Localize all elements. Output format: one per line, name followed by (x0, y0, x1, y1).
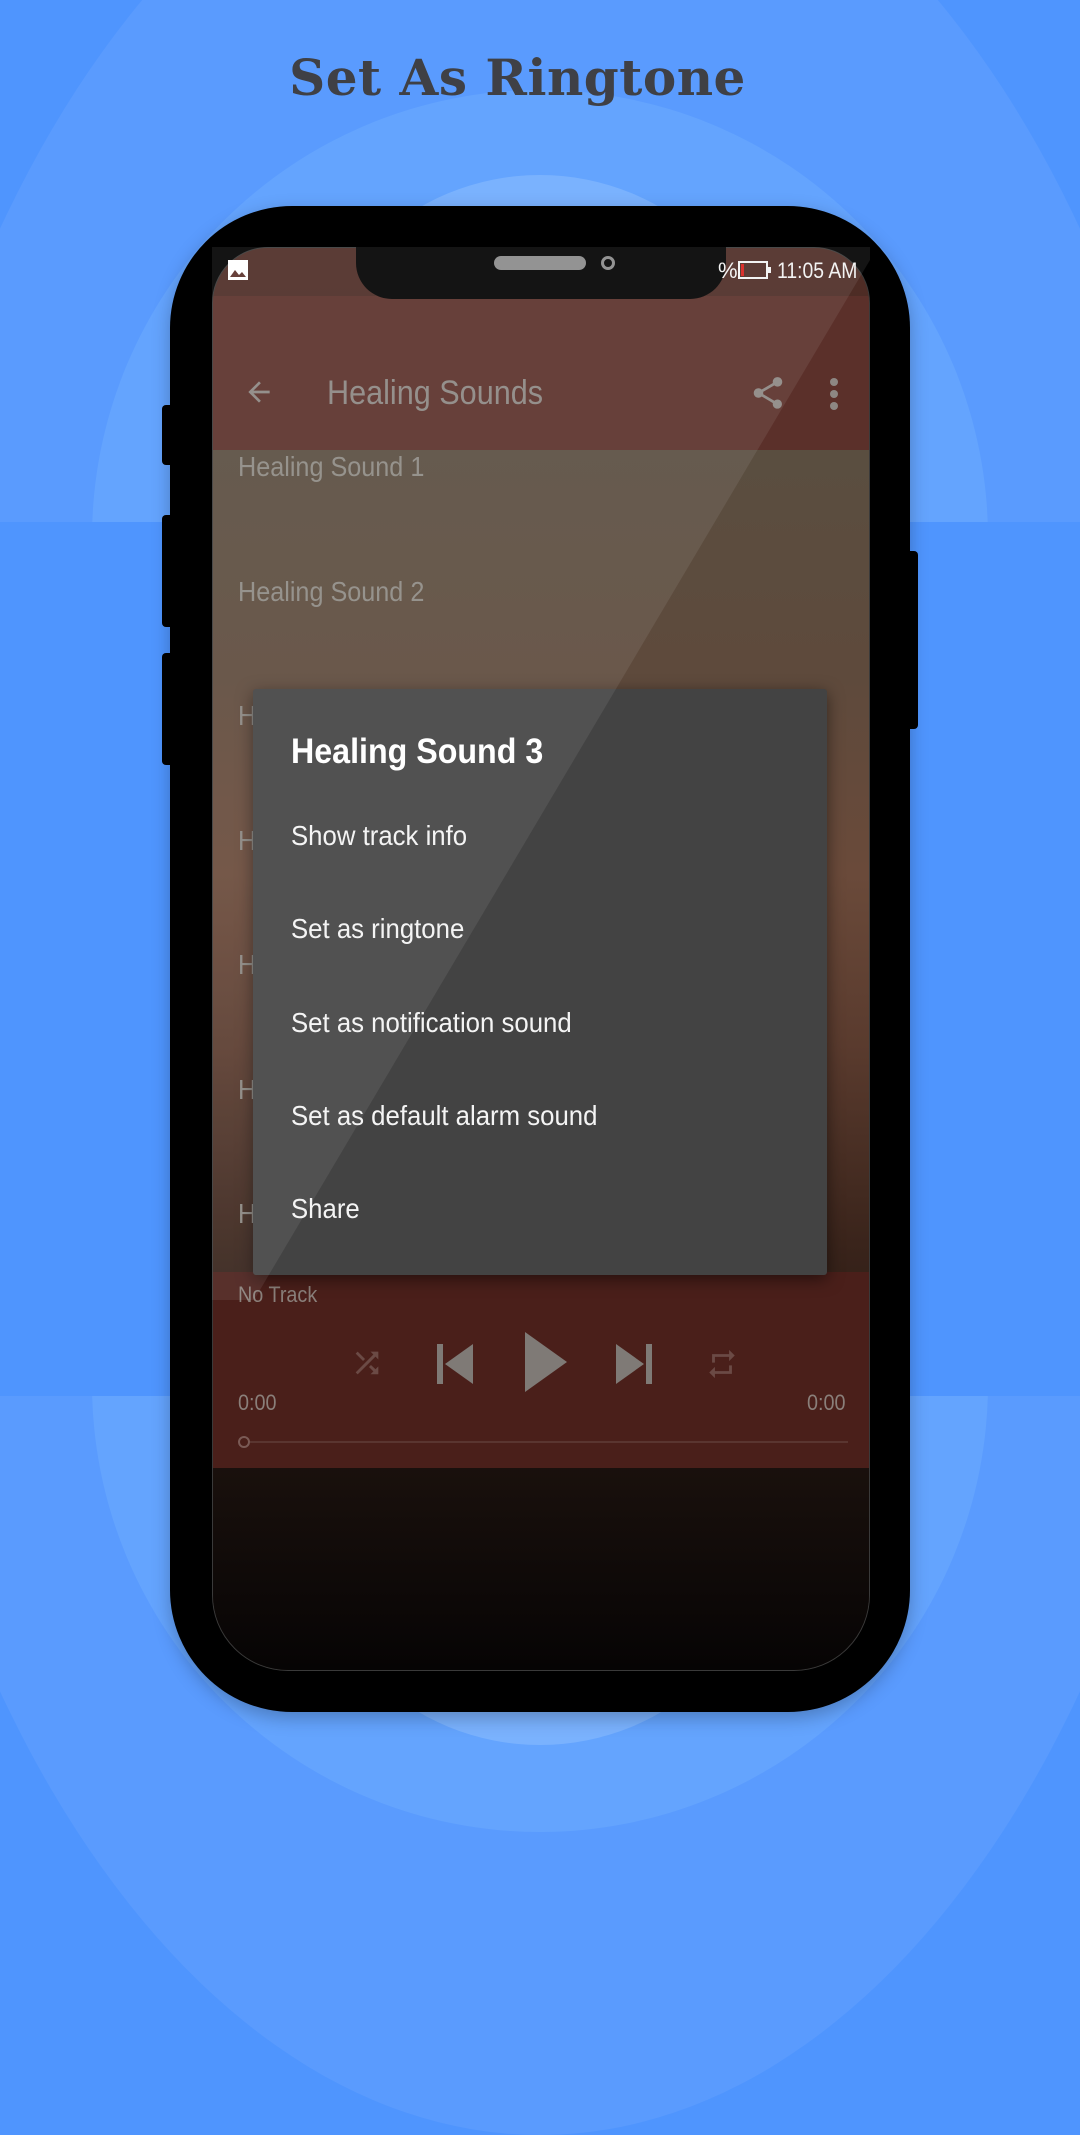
share-icon[interactable] (749, 374, 787, 412)
shuffle-icon[interactable] (350, 1346, 384, 1380)
track-list-item[interactable]: Healing Sound 1 (238, 451, 424, 483)
track-list-item[interactable]: Healing Sound 2 (238, 576, 424, 608)
now-playing-label: No Track (238, 1282, 318, 1307)
more-vert-icon[interactable] (828, 376, 840, 412)
elapsed-time: 0:00 (238, 1390, 277, 1415)
phone-notch (356, 247, 726, 299)
arrow-back-icon[interactable] (243, 376, 275, 408)
menu-item-set-alarm[interactable]: Set as default alarm sound (291, 1100, 597, 1132)
phone-speaker (494, 256, 586, 270)
menu-item-set-ringtone[interactable]: Set as ringtone (291, 913, 464, 945)
skip-previous-icon[interactable] (435, 1342, 475, 1386)
promo-headline: Set As Ringtone (289, 48, 746, 107)
status-clock: 11:05 AM (777, 258, 858, 283)
track-options-dialog: Healing Sound 3 Show track info Set as r… (253, 689, 827, 1275)
menu-item-show-track-info[interactable]: Show track info (291, 820, 467, 852)
image-notification-icon (228, 260, 248, 280)
duration-time: 0:00 (807, 1390, 846, 1415)
player-panel: No Track 0:00 0:00 (213, 1272, 869, 1468)
skip-next-icon[interactable] (614, 1342, 654, 1386)
menu-item-share[interactable]: Share (291, 1193, 360, 1225)
seek-track (250, 1441, 848, 1443)
battery-percent-fragment: % (718, 258, 738, 283)
seek-thumb[interactable] (238, 1436, 250, 1448)
play-icon[interactable] (525, 1332, 567, 1392)
seek-bar[interactable] (238, 1436, 848, 1448)
menu-item-set-notification[interactable]: Set as notification sound (291, 1007, 572, 1039)
phone-front-camera (601, 256, 615, 270)
repeat-icon[interactable] (705, 1344, 739, 1384)
battery-low-icon (738, 261, 771, 279)
dialog-title: Healing Sound 3 (291, 732, 544, 771)
app-bar-title: Healing Sounds (327, 374, 544, 412)
app-bar: Healing Sounds (213, 296, 869, 450)
